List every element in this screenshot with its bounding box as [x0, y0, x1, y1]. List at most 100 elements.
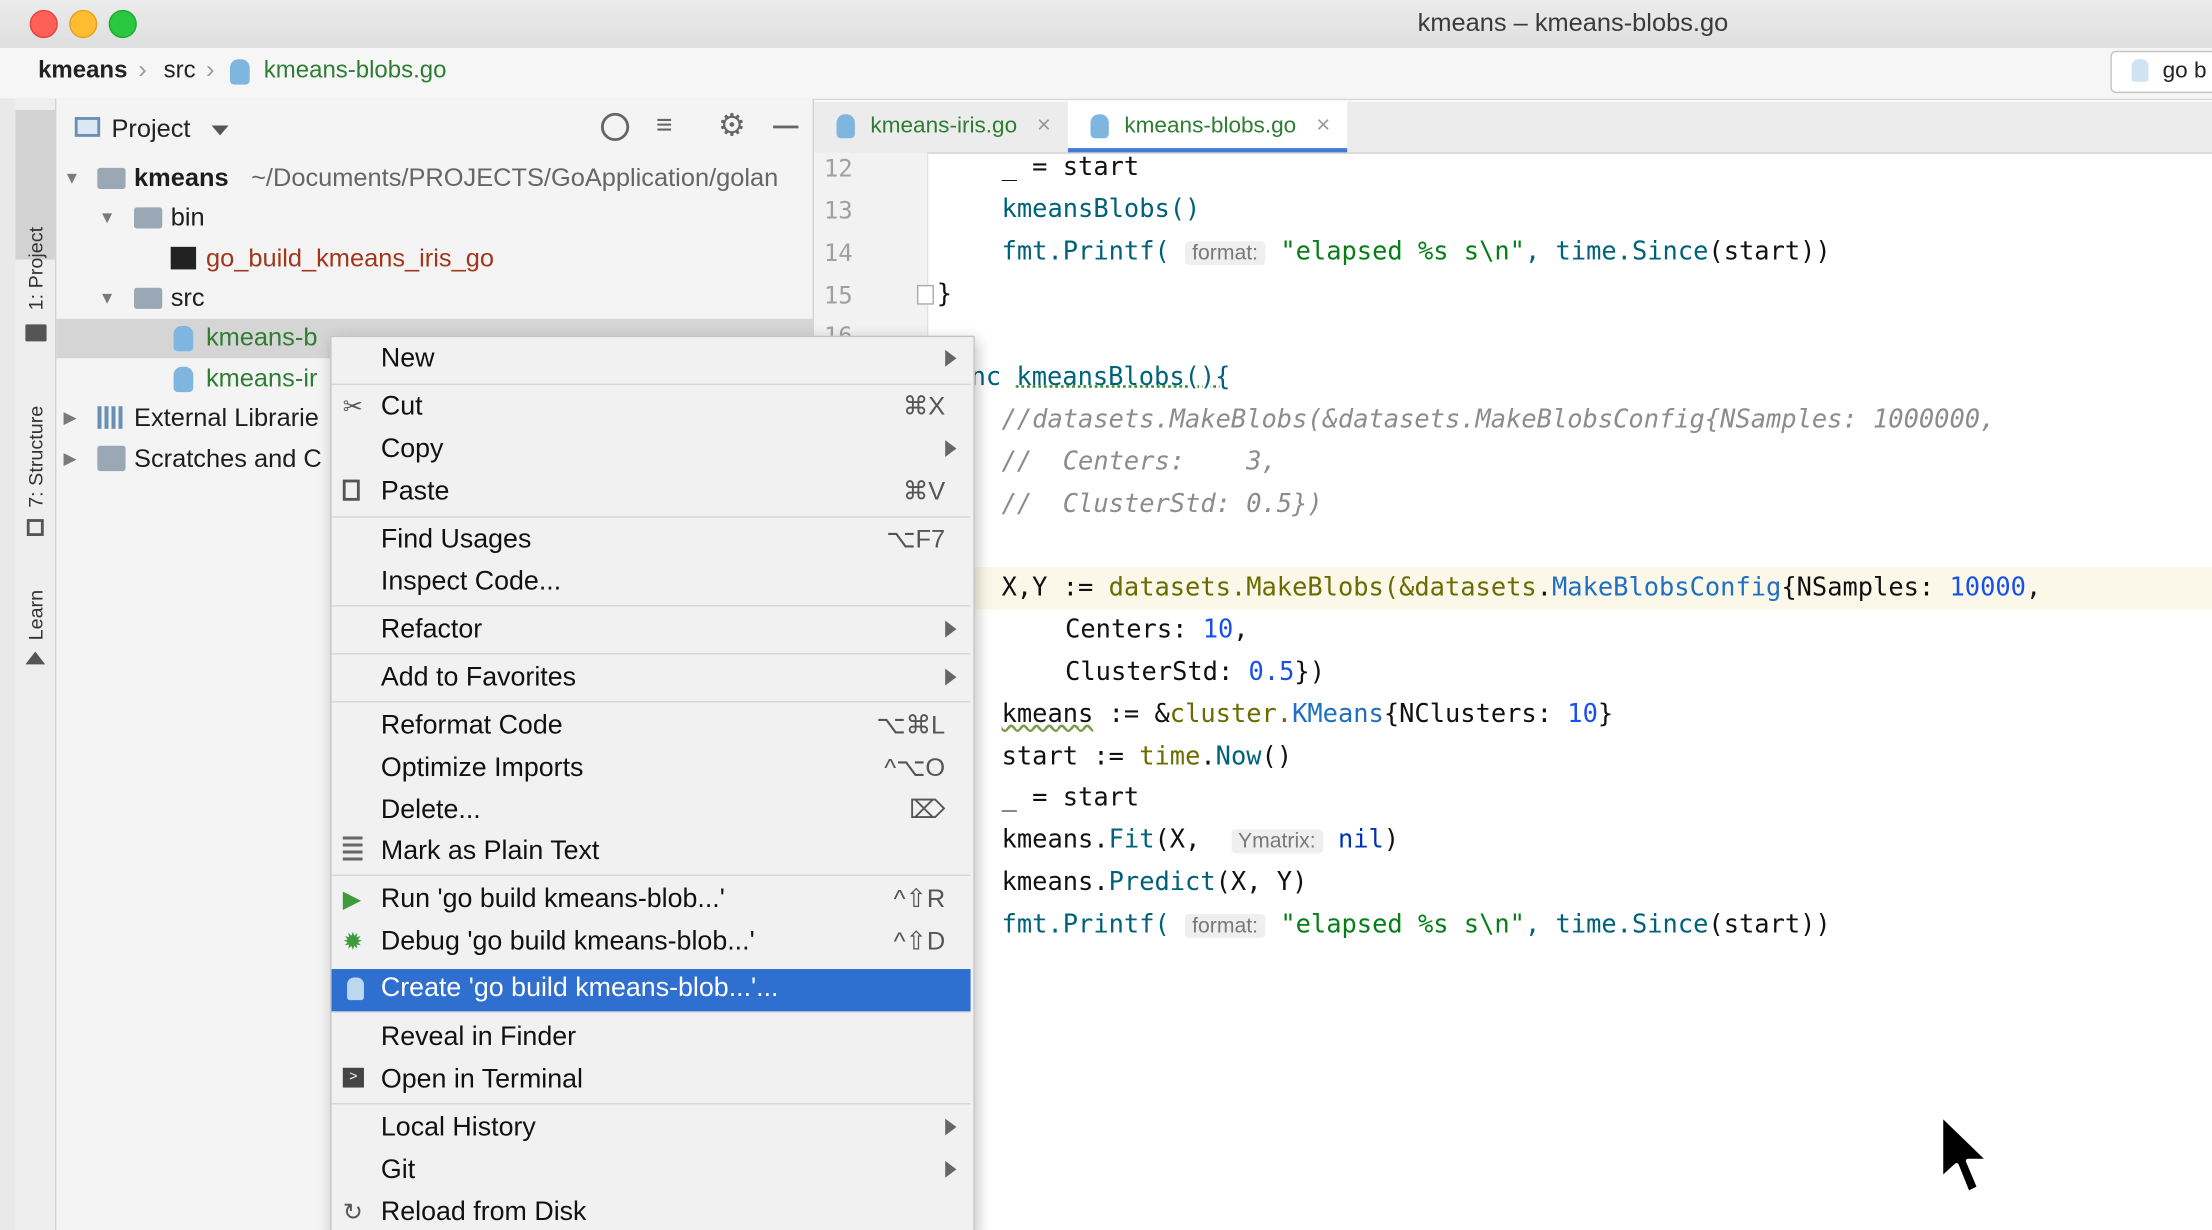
fold-marker-icon[interactable]: [916, 284, 934, 305]
menu-separator: [331, 383, 971, 386]
scissors-icon: ✂: [342, 393, 363, 421]
menu-item-add-to-favorites[interactable]: Add to Favorites: [332, 659, 971, 701]
terminal-icon: >: [342, 1067, 364, 1088]
menu-separator: [331, 1011, 971, 1013]
tab-label: kmeans-blobs.go: [1124, 114, 1297, 139]
tree-node-label: External Librarie: [134, 403, 319, 432]
menu-item-refactor[interactable]: Refactor: [332, 611, 971, 653]
code-line: kmeans := &cluster.KMeans{NClusters: 10}: [1001, 699, 1614, 730]
gear-icon[interactable]: ⚙: [718, 107, 746, 144]
code-line: }: [936, 279, 953, 309]
tool-window-learn-label[interactable]: Learn: [24, 590, 47, 641]
code-line: X,Y := datasets.MakeBlobs(&datasets.Make…: [1001, 572, 2042, 603]
zoom-window-button[interactable]: [108, 9, 137, 39]
line-number: 15: [823, 282, 853, 311]
menu-separator: [331, 653, 971, 655]
locate-file-icon[interactable]: [600, 112, 630, 142]
parameter-hint: format:: [1185, 241, 1266, 266]
code-line: fmt.Printf( format: "elapsed %s s\n", ti…: [1001, 909, 1831, 940]
line-number: 13: [823, 197, 853, 226]
menu-item-reload-from-disk[interactable]: ↻ Reload from Disk: [332, 1193, 971, 1230]
tab-kmeans-blobs[interactable]: kmeans-blobs.go ×: [1067, 101, 1348, 153]
breadcrumb-project[interactable]: kmeans: [38, 56, 127, 84]
folder-icon: [97, 167, 126, 190]
tree-node-label: bin: [170, 203, 205, 232]
project-view-title[interactable]: Project: [111, 114, 190, 144]
menu-item-find-usages[interactable]: Find Usages ⌥F7: [332, 520, 971, 562]
scratches-icon: [97, 445, 126, 472]
code-line: // Centers: 3,: [1001, 447, 1277, 477]
code-line: start := time.Now(): [1001, 741, 1293, 772]
menu-item-optimize-imports[interactable]: Optimize Imports ^⌥O: [332, 749, 971, 791]
menu-item-local-history[interactable]: Local History: [332, 1109, 971, 1151]
project-panel-header: Project ≡ ⚙: [56, 102, 812, 156]
code-line: kmeansBlobs(): [1001, 194, 1201, 225]
menu-item-git[interactable]: Git: [332, 1151, 971, 1193]
submenu-arrow-icon: [945, 349, 957, 367]
code-line: kmeans.Predict(X, Y): [1001, 867, 1308, 898]
code-line: _ = start: [1001, 782, 1140, 813]
tree-node-src[interactable]: ▼ src: [56, 279, 812, 318]
minimize-window-button[interactable]: [69, 9, 98, 39]
submenu-arrow-icon: [945, 1118, 957, 1136]
menu-item-open-in-terminal[interactable]: > Open in Terminal: [332, 1061, 971, 1103]
tab-kmeans-iris[interactable]: kmeans-iris.go ×: [814, 102, 1068, 153]
menu-item-debug[interactable]: ✹ Debug 'go build kmeans-blob...' ^⇧D: [332, 922, 971, 964]
expanded-arrow-icon[interactable]: ▼: [99, 207, 116, 227]
menu-item-run[interactable]: ▶ Run 'go build kmeans-blob...' ^⇧R: [332, 880, 971, 922]
tree-node-label: Scratches and C: [134, 444, 322, 473]
menu-separator: [331, 701, 971, 703]
tree-node-root[interactable]: ▼ kmeans ~/Documents/PROJECTS/GoApplicat…: [56, 159, 812, 198]
menu-item-reveal-in-finder[interactable]: Reveal in Finder: [332, 1018, 971, 1060]
plain-text-icon: [342, 836, 363, 862]
submenu-arrow-icon: [945, 440, 957, 458]
hide-panel-icon[interactable]: [773, 125, 799, 129]
window-title: kmeans – kmeans-blobs.go: [1417, 8, 1729, 37]
go-file-icon: [347, 977, 364, 1001]
tree-node-label: kmeans-b: [205, 323, 318, 352]
go-file-icon: [173, 366, 194, 393]
collapse-all-icon[interactable]: ≡: [656, 110, 672, 142]
tree-node-bin[interactable]: ▼ bin: [56, 199, 812, 238]
tree-node-label: go_build_kmeans_iris_go: [205, 244, 494, 273]
close-window-button[interactable]: [29, 9, 58, 39]
menu-item-inspect-code[interactable]: Inspect Code...: [332, 563, 971, 605]
tree-node-binary[interactable]: go_build_kmeans_iris_go: [56, 240, 812, 279]
parameter-hint: format:: [1185, 914, 1266, 939]
breadcrumb-folder[interactable]: src: [164, 56, 196, 84]
close-tab-icon[interactable]: ×: [1037, 111, 1051, 139]
expanded-arrow-icon[interactable]: ▼: [99, 288, 116, 308]
line-number: 14: [823, 239, 853, 269]
executable-icon: [170, 246, 197, 270]
tree-node-path: ~/Documents/PROJECTS/GoApplication/golan: [251, 163, 779, 192]
menu-item-create-configuration[interactable]: Create 'go build kmeans-blob...'...: [331, 969, 971, 1012]
tree-node-label: src: [170, 283, 205, 312]
menu-item-copy[interactable]: Copy: [332, 430, 971, 472]
breadcrumb-file[interactable]: kmeans-blobs.go: [264, 56, 447, 84]
run-configuration-selector[interactable]: go b: [2110, 50, 2212, 94]
collapsed-arrow-icon[interactable]: ▶: [63, 449, 76, 469]
code-line: //datasets.MakeBlobs(&datasets.MakeBlobs…: [1001, 404, 1996, 435]
menu-item-mark-as-plain-text[interactable]: Mark as Plain Text: [332, 832, 971, 874]
menu-item-paste[interactable]: Paste ⌘V: [332, 473, 971, 515]
collapsed-arrow-icon[interactable]: ▶: [63, 408, 76, 428]
submenu-arrow-icon: [945, 620, 957, 638]
menu-separator: [331, 516, 971, 518]
breadcrumb-separator-icon: ›: [138, 55, 147, 84]
menu-item-reformat-code[interactable]: Reformat Code ⌥⌘L: [332, 707, 971, 749]
reload-icon: ↻: [342, 1198, 363, 1226]
tab-label: kmeans-iris.go: [870, 114, 1018, 139]
debug-bug-icon: ✹: [342, 928, 363, 955]
tool-window-structure-label[interactable]: 7: Structure: [24, 406, 47, 508]
code-line: nc kmeansBlobs(){: [970, 362, 1231, 393]
expanded-arrow-icon[interactable]: ▼: [63, 168, 80, 188]
close-tab-icon[interactable]: ×: [1316, 111, 1330, 139]
menu-item-delete[interactable]: Delete... ⌦: [332, 791, 971, 833]
chevron-down-icon[interactable]: [211, 125, 229, 136]
tool-window-project-label: 1: Project: [23, 226, 47, 311]
menu-item-cut[interactable]: ✂ Cut ⌘X: [332, 388, 971, 430]
project-view-icon: [74, 117, 101, 137]
menu-item-new[interactable]: New: [332, 340, 971, 382]
code-line: kmeans.Fit(X, Ymatrix: nil): [1001, 825, 1400, 855]
go-file-icon: [229, 59, 250, 85]
